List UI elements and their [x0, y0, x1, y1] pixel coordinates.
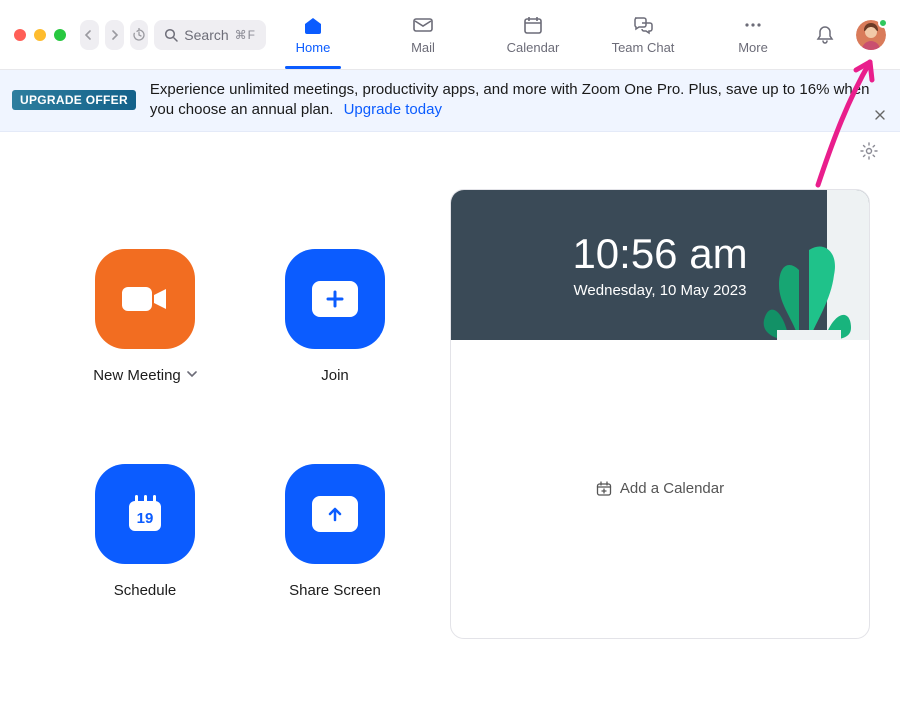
window-maximize-button[interactable]: [54, 29, 66, 41]
new-meeting-dropdown[interactable]: [187, 370, 197, 381]
tab-label: Calendar: [507, 40, 560, 55]
add-calendar-label: Add a Calendar: [620, 480, 724, 497]
schedule-button[interactable]: 19: [95, 464, 195, 564]
forward-button[interactable]: [105, 20, 124, 50]
tab-mail[interactable]: Mail: [382, 14, 464, 55]
settings-button[interactable]: [860, 142, 878, 165]
tab-label: Home: [296, 40, 331, 55]
more-icon: [742, 14, 764, 36]
tab-team-chat[interactable]: Team Chat: [602, 14, 684, 55]
arrow-up-icon: [325, 504, 345, 524]
chevron-down-icon: [187, 370, 197, 378]
calendar-day-icon: 19: [120, 489, 170, 539]
mail-icon: [412, 14, 434, 36]
tab-label: Team Chat: [612, 40, 675, 55]
history-icon: [132, 28, 146, 42]
new-meeting-button[interactable]: [95, 249, 195, 349]
chevron-left-icon: [84, 30, 94, 40]
share-screen-button[interactable]: [285, 464, 385, 564]
calendar-icon: [522, 14, 544, 36]
upgrade-link[interactable]: Upgrade today: [344, 101, 442, 118]
action-label: Join: [321, 367, 349, 384]
search-shortcut: ⌘F: [235, 28, 256, 42]
close-icon: [874, 109, 886, 121]
calendar-add-icon: [596, 481, 612, 497]
panel-header: 10:56 am Wednesday, 10 May 2023: [451, 190, 869, 340]
plus-icon: [324, 288, 346, 310]
clock-date: Wednesday, 10 May 2023: [574, 282, 747, 299]
clock-time: 10:56 am: [572, 230, 747, 278]
upgrade-badge: UPGRADE OFFER: [12, 90, 136, 110]
action-label: Share Screen: [289, 582, 381, 599]
gear-icon: [860, 142, 878, 160]
tab-home[interactable]: Home: [272, 14, 354, 55]
search-icon: [164, 28, 178, 42]
plant-decoration: [739, 190, 869, 340]
back-button[interactable]: [80, 20, 99, 50]
action-label: Schedule: [114, 582, 177, 599]
join-button[interactable]: [285, 249, 385, 349]
tab-label: More: [738, 40, 768, 55]
tab-calendar[interactable]: Calendar: [492, 14, 574, 55]
video-icon: [118, 279, 172, 319]
history-button[interactable]: [130, 20, 149, 50]
notifications-button[interactable]: [808, 18, 842, 52]
banner-text: Experience unlimited meetings, productiv…: [150, 80, 882, 121]
svg-text:19: 19: [137, 510, 154, 527]
add-calendar-button[interactable]: Add a Calendar: [451, 340, 869, 638]
presence-indicator: [878, 18, 888, 28]
window-close-button[interactable]: [14, 29, 26, 41]
chat-icon: [632, 14, 654, 36]
chevron-right-icon: [109, 30, 119, 40]
bell-icon: [816, 25, 834, 45]
window-minimize-button[interactable]: [34, 29, 46, 41]
upgrade-banner: UPGRADE OFFER Experience unlimited meeti…: [0, 70, 900, 132]
home-icon: [302, 14, 324, 36]
banner-close-button[interactable]: [874, 108, 886, 125]
search-input[interactable]: Search ⌘F: [154, 20, 266, 50]
tab-label: Mail: [411, 40, 435, 55]
tab-more[interactable]: More: [712, 14, 794, 55]
action-label: New Meeting: [93, 367, 181, 384]
calendar-panel: 10:56 am Wednesday, 10 May 2023 Add a Ca…: [450, 189, 870, 639]
search-placeholder: Search: [184, 27, 228, 43]
profile-avatar[interactable]: [856, 20, 886, 50]
action-grid: New Meeting Join: [70, 189, 430, 639]
nav-tabs: Home Mail Calendar Team Chat More: [272, 14, 794, 55]
